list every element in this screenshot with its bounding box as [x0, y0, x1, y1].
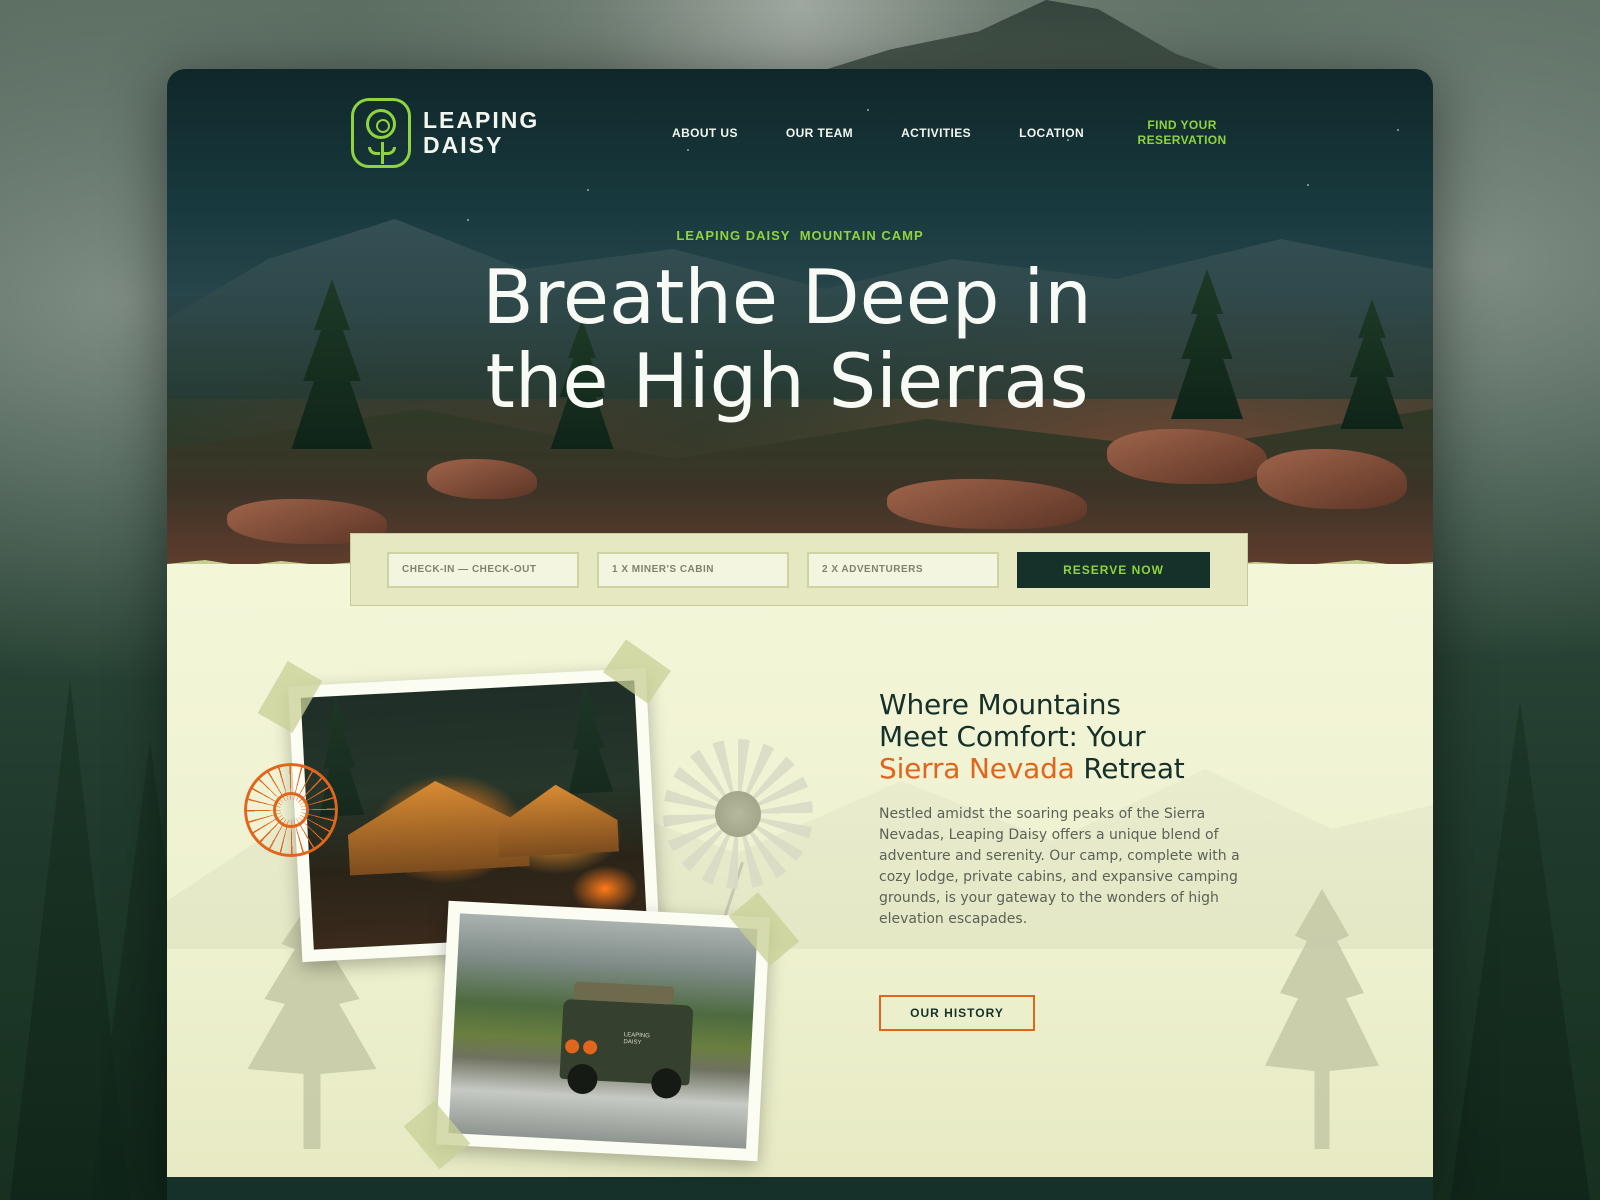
- about-heading-accent: Sierra Nevada: [879, 752, 1075, 785]
- reserve-now-button[interactable]: RESERVE NOW: [1017, 551, 1210, 588]
- eyebrow-camp: MOUNTAIN CAMP: [799, 228, 924, 243]
- logo-wordmark: LEAPING DAISY: [423, 108, 539, 158]
- jeep-door-text: LEAPING DAISY: [623, 1032, 650, 1047]
- about-heading-line-2: Meet Comfort: Your: [879, 720, 1146, 753]
- nav-item-activities[interactable]: ACTIVITIES: [901, 126, 971, 140]
- hero-title-line-2: the High Sierras: [485, 337, 1089, 425]
- about-heading-line-1: Where Mountains: [879, 688, 1121, 721]
- find-reservation-link[interactable]: FIND YOUR RESERVATION: [1132, 118, 1232, 148]
- about-heading-end: Retreat: [1083, 752, 1185, 785]
- rock: [427, 459, 537, 499]
- nav-item-our-team[interactable]: OUR TEAM: [786, 126, 853, 140]
- landing-page-card: LEAPING DAISY ABOUT US OUR TEAM ACTIVITI…: [167, 69, 1433, 1200]
- star: [467, 219, 469, 221]
- about-heading: Where Mountains Meet Comfort: Your Sierr…: [879, 689, 1249, 785]
- photo-jeep-river: LEAPING DAISY: [435, 900, 771, 1162]
- logo-line-2: DAISY: [423, 132, 504, 158]
- footer-strip: [167, 1177, 1433, 1200]
- rock: [1107, 429, 1267, 484]
- star: [1307, 184, 1309, 186]
- nav-item-location[interactable]: LOCATION: [1019, 126, 1084, 140]
- star: [867, 109, 869, 111]
- star: [587, 189, 589, 191]
- our-history-button[interactable]: OUR HISTORY: [879, 995, 1035, 1031]
- booking-bar: CHECK-IN — CHECK-OUT 1 X MINER'S CABIN 2…: [350, 533, 1248, 606]
- about-section: Where Mountains Meet Comfort: Your Sierr…: [879, 689, 1249, 930]
- eyebrow-brand: LEAPING DAISY: [676, 228, 791, 243]
- main-nav: ABOUT US OUR TEAM ACTIVITIES LOCATION FI…: [672, 118, 1232, 148]
- daisy-sketch-center: [715, 791, 761, 837]
- hero-eyebrow: LEAPING DAISY MOUNTAIN CAMP: [167, 228, 1433, 243]
- logo[interactable]: LEAPING DAISY: [351, 98, 539, 168]
- date-range-field[interactable]: CHECK-IN — CHECK-OUT: [387, 551, 579, 588]
- logo-line-1: LEAPING: [423, 107, 540, 133]
- sun-wheel-center: [273, 792, 309, 828]
- daisy-logo-icon: [351, 98, 411, 168]
- jeep-river-image: LEAPING DAISY: [448, 913, 758, 1149]
- cabin-select[interactable]: 1 X MINER'S CABIN: [597, 551, 789, 588]
- guests-select[interactable]: 2 X ADVENTURERS: [807, 551, 999, 588]
- nav-item-about-us[interactable]: ABOUT US: [672, 126, 738, 140]
- hero-title-line-1: Breathe Deep in: [482, 253, 1092, 341]
- star: [1397, 129, 1399, 131]
- about-body: Nestled amidst the soaring peaks of the …: [879, 806, 1240, 927]
- hero-title: Breathe Deep in the High Sierras: [447, 255, 1127, 423]
- star: [687, 149, 689, 151]
